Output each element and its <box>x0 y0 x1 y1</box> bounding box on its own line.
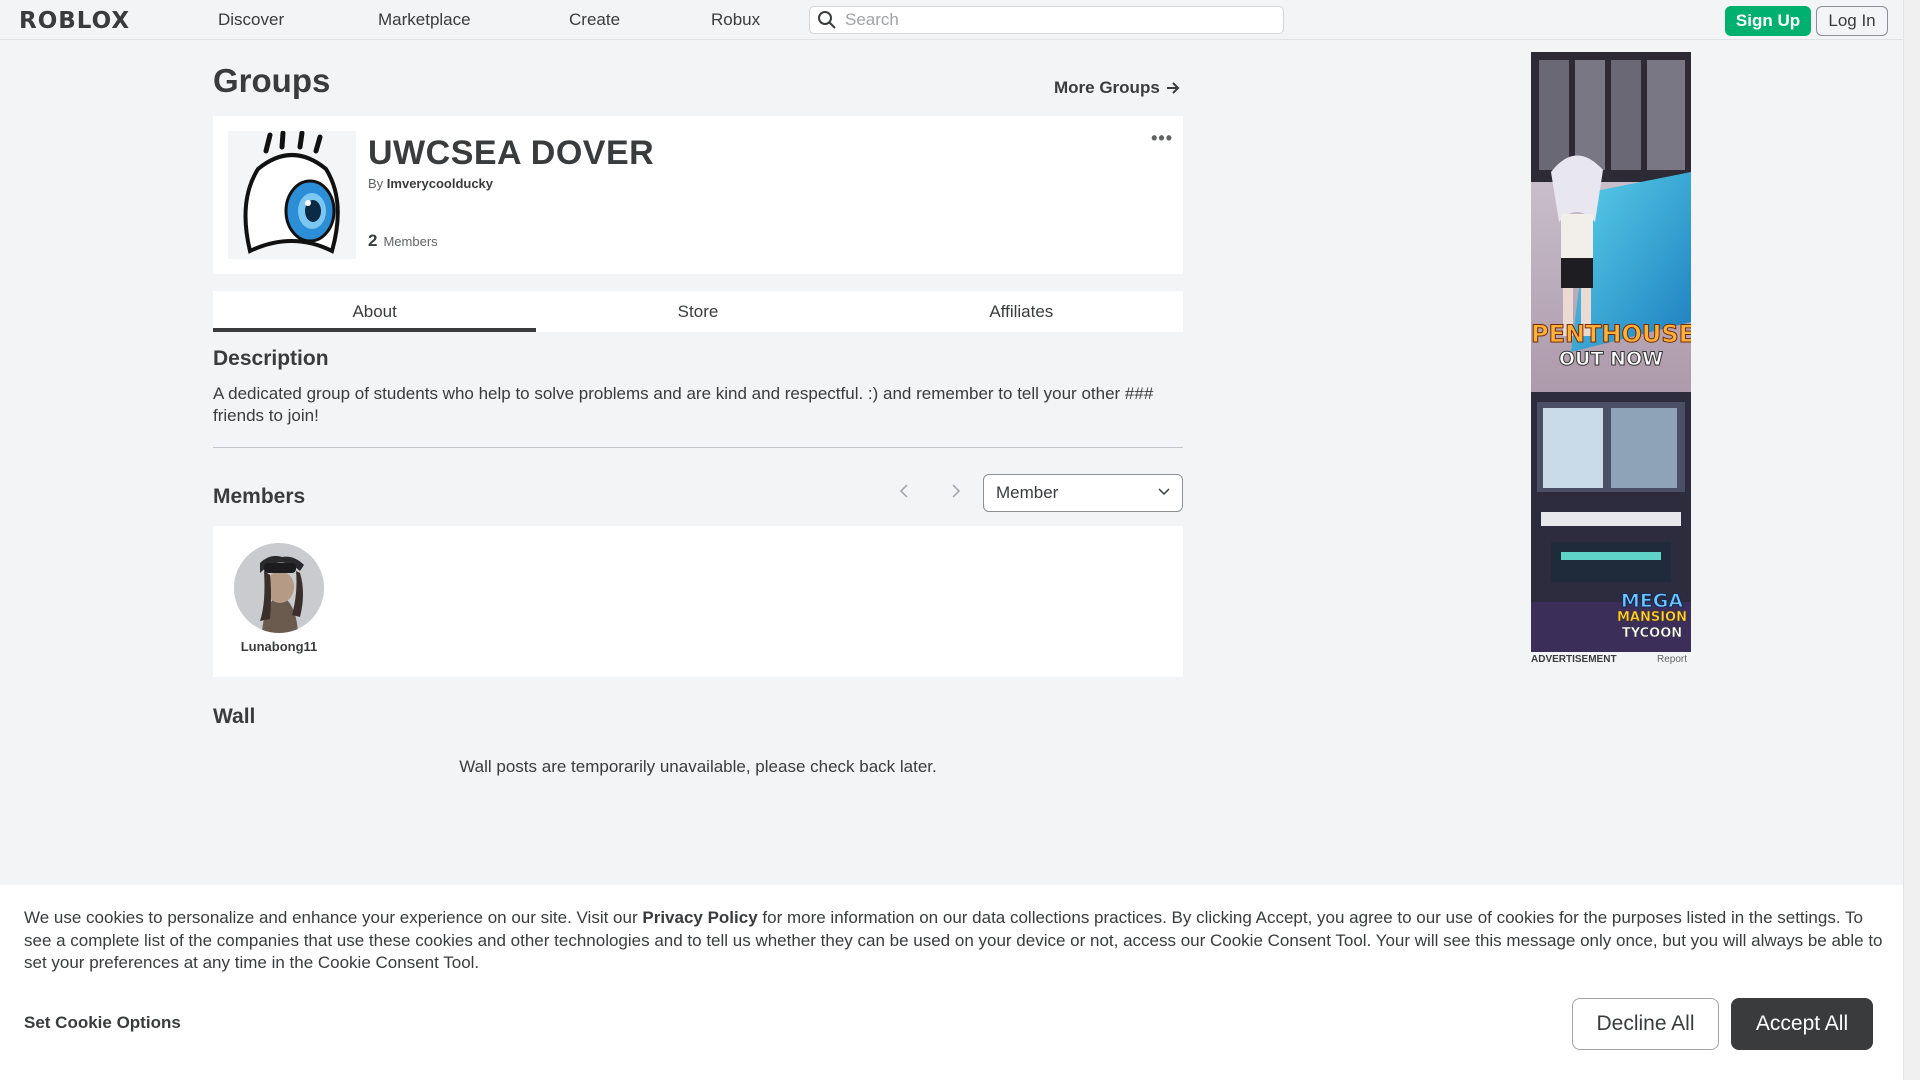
group-more-options-icon[interactable]: ••• <box>1151 128 1173 149</box>
top-navigation-bar: ROBLOX Discover Marketplace Create Robux… <box>0 0 1903 40</box>
member-count-value: 2 <box>368 231 378 250</box>
set-cookie-options-link[interactable]: Set Cookie Options <box>24 1013 181 1033</box>
privacy-policy-link[interactable]: Privacy Policy <box>642 908 757 927</box>
ad-subline: OUT NOW <box>1558 348 1664 371</box>
role-dropdown[interactable]: Member <box>983 474 1183 512</box>
description-heading: Description <box>213 347 329 370</box>
group-tabs: About Store Affiliates <box>213 291 1183 332</box>
description-text: A dedicated group of students who help t… <box>213 384 1154 425</box>
previous-page-button[interactable] <box>894 481 914 501</box>
more-groups-label: More Groups <box>1054 78 1160 97</box>
chevron-left-icon <box>899 484 908 498</box>
more-groups-link[interactable]: More Groups <box>1054 78 1180 98</box>
ad-headline: PENTHOUSE <box>1531 320 1691 349</box>
owner-link[interactable]: Imverycoolducky <box>387 176 493 191</box>
avatar-image-icon <box>234 543 324 633</box>
members-list-panel: Lunabong11 <box>213 526 1183 677</box>
log-in-button[interactable]: Log In <box>1816 6 1888 36</box>
member-card[interactable]: Lunabong11 <box>234 543 324 654</box>
eyeball-emblem-icon <box>228 131 356 259</box>
member-name[interactable]: Lunabong11 <box>234 639 324 654</box>
ad-logo-line1: MEGA <box>1620 590 1684 612</box>
arrow-right-icon <box>1166 82 1180 94</box>
nav-link-discover[interactable]: Discover <box>218 10 284 30</box>
page-scrollbar[interactable] <box>1903 0 1920 1080</box>
tab-about[interactable]: About <box>213 291 537 332</box>
section-divider <box>213 447 1183 448</box>
nav-link-create[interactable]: Create <box>569 10 620 30</box>
nav-link-marketplace[interactable]: Marketplace <box>378 10 471 30</box>
ad-logo-line2: MANSION <box>1616 610 1688 626</box>
chevron-down-icon <box>1158 488 1170 496</box>
search-input[interactable] <box>845 10 1265 30</box>
advertisement-label: ADVERTISEMENT <box>1531 654 1617 665</box>
decline-all-button[interactable]: Decline All <box>1572 998 1719 1050</box>
page-title: Groups <box>213 62 331 99</box>
nav-link-robux[interactable]: Robux <box>711 10 760 30</box>
tab-affiliates[interactable]: Affiliates <box>860 291 1183 332</box>
cookie-consent-banner: We use cookies to personalize and enhanc… <box>0 885 1903 1080</box>
member-count-label: Members <box>383 234 438 249</box>
search-icon <box>818 11 836 29</box>
wall-heading: Wall <box>213 705 256 728</box>
wall-unavailable-message: Wall posts are temporarily unavailable, … <box>459 757 937 776</box>
group-name: UWCSEA DOVER <box>368 134 655 172</box>
sign-up-button[interactable]: Sign Up <box>1725 6 1811 36</box>
tab-store[interactable]: Store <box>536 291 859 332</box>
member-avatar[interactable] <box>234 543 324 633</box>
search-box[interactable] <box>809 6 1284 34</box>
roblox-logo[interactable]: ROBLOX <box>19 8 130 34</box>
cookie-message: We use cookies to personalize and enhanc… <box>24 907 1884 975</box>
chevron-right-icon <box>952 484 961 498</box>
next-page-button[interactable] <box>946 481 966 501</box>
ad-logo-line3: TYCOON <box>1621 626 1683 642</box>
members-heading: Members <box>213 485 306 508</box>
cookie-message-part-1: We use cookies to personalize and enhanc… <box>24 908 643 927</box>
advertisement-banner[interactable]: PENTHOUSE OUT NOW MEGA MANSION TYCOON <box>1531 52 1691 652</box>
group-member-count: 2 Members <box>368 231 438 251</box>
group-owner: By Imverycoolducky <box>368 176 493 191</box>
role-dropdown-value: Member <box>996 483 1059 502</box>
group-header-card: UWCSEA DOVER By Imverycoolducky 2 Member… <box>213 116 1183 274</box>
accept-all-button[interactable]: Accept All <box>1731 998 1873 1050</box>
report-ad-link[interactable]: Report <box>1657 654 1687 665</box>
owner-prefix: By <box>368 176 384 191</box>
group-emblem <box>228 131 356 259</box>
